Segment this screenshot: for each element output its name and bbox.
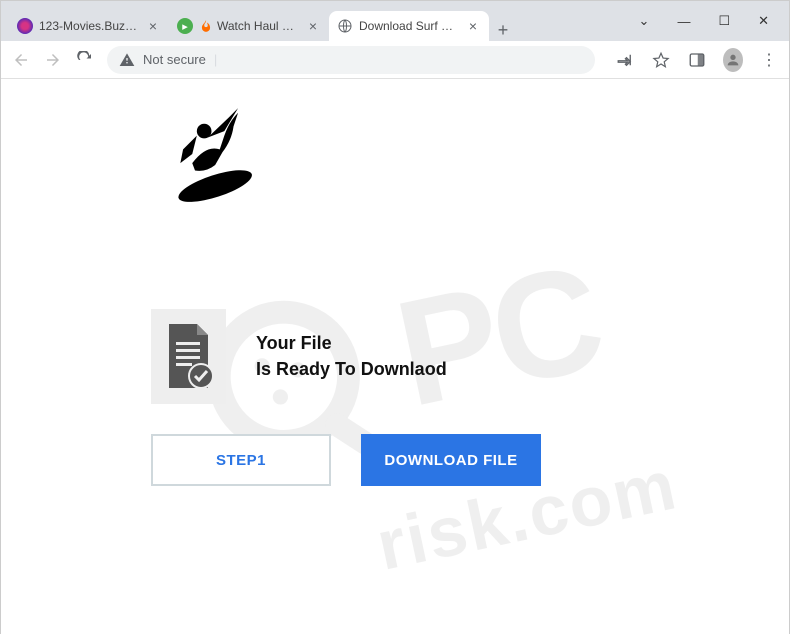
surfer-logo-icon: [151, 99, 261, 209]
globe-icon: [337, 18, 353, 34]
file-line-2: Is Ready To Downlaod: [256, 357, 447, 382]
play-icon: ▸: [177, 18, 193, 34]
file-ready-row: Your File Is Ready To Downlaod: [151, 309, 789, 404]
profile-avatar[interactable]: [723, 48, 743, 72]
forward-button: [43, 51, 63, 69]
flame-icon: [199, 18, 213, 34]
maximize-button[interactable]: ☐: [718, 13, 730, 29]
minimize-button[interactable]: —: [677, 14, 690, 29]
side-panel-icon[interactable]: [687, 51, 707, 69]
bookmark-star-icon[interactable]: [651, 51, 671, 69]
tab-title: 123-Movies.Buzz & 1: [39, 19, 141, 33]
tab-strip: 123-Movies.Buzz & 1 × ▸ Watch Haul Out t…: [1, 1, 609, 41]
favicon-icon: [17, 18, 33, 34]
back-button[interactable]: [11, 51, 31, 69]
reload-button[interactable]: [75, 51, 95, 69]
menu-dots-icon[interactable]: ⋮: [759, 50, 779, 70]
address-bar[interactable]: Not secure |: [107, 46, 595, 74]
close-tab-icon[interactable]: ×: [305, 18, 321, 34]
page-content: Your File Is Ready To Downlaod STEP1 DOW…: [1, 79, 789, 486]
browser-toolbar: Not secure | ⋮: [1, 41, 789, 79]
toolbar-actions: ⋮: [607, 48, 779, 72]
file-ready-text: Your File Is Ready To Downlaod: [256, 331, 447, 381]
browser-tab-2[interactable]: ▸ Watch Haul Out th ×: [169, 11, 329, 41]
title-bar: 123-Movies.Buzz & 1 × ▸ Watch Haul Out t…: [1, 1, 789, 41]
warning-icon: [119, 52, 135, 68]
new-tab-button[interactable]: +: [489, 12, 517, 41]
close-tab-icon[interactable]: ×: [145, 18, 161, 34]
chevron-down-icon[interactable]: ⌄: [639, 13, 650, 29]
window-controls: ⌄ — ☐ ✕: [609, 1, 789, 41]
download-file-button[interactable]: DOWNLOAD FILE: [361, 434, 541, 486]
tab-title: Watch Haul Out th: [217, 19, 301, 33]
action-buttons: STEP1 DOWNLOAD FILE: [151, 434, 789, 486]
document-check-icon: [151, 309, 226, 404]
close-window-button[interactable]: ✕: [758, 13, 769, 29]
page-viewport: PC risk.com: [1, 79, 789, 635]
browser-tab-3[interactable]: Download Surf Start ×: [329, 11, 489, 41]
tab-title: Download Surf Start: [359, 19, 461, 33]
browser-tab-1[interactable]: 123-Movies.Buzz & 1 ×: [9, 11, 169, 41]
file-line-1: Your File: [256, 331, 447, 356]
step1-button[interactable]: STEP1: [151, 434, 331, 486]
share-icon[interactable]: [615, 51, 635, 69]
security-status: Not secure: [143, 52, 206, 67]
close-tab-icon[interactable]: ×: [465, 18, 481, 34]
